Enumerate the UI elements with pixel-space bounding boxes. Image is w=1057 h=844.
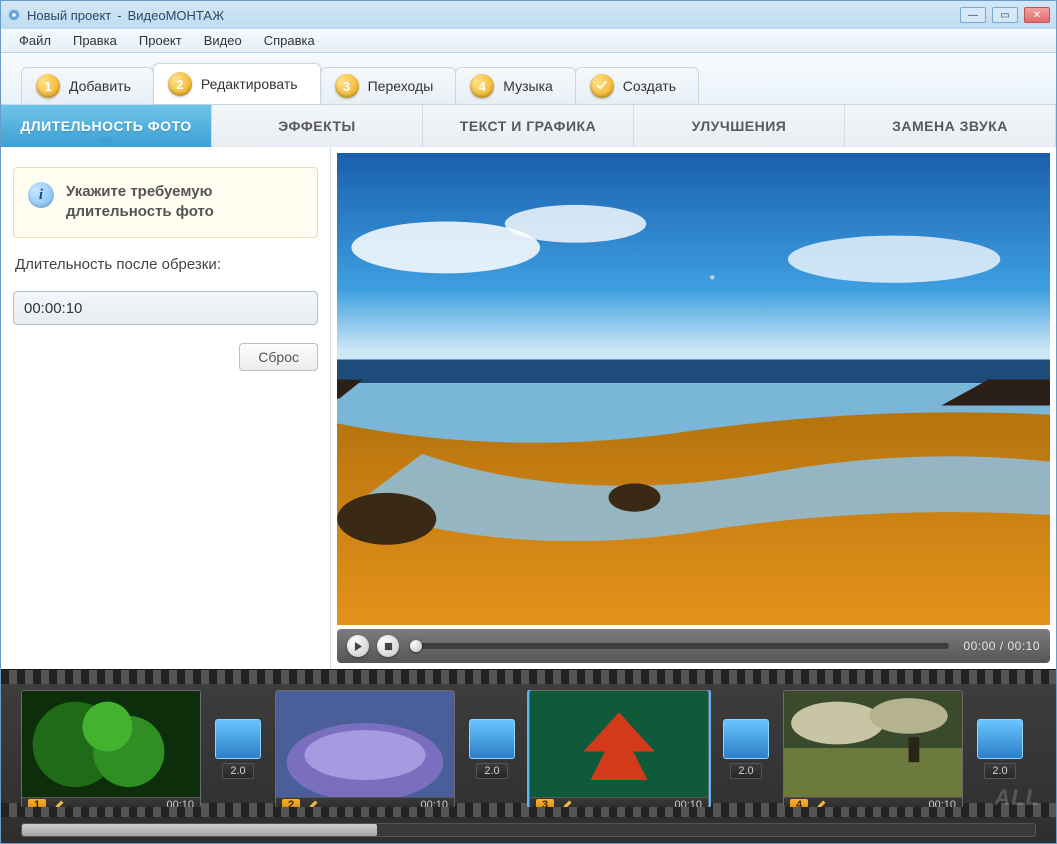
clip-item[interactable]: 3 00:10 (529, 690, 709, 807)
timeline-scrollbar-thumb[interactable] (22, 824, 377, 836)
tab-transitions[interactable]: 3 Переходы (320, 67, 457, 104)
duration-input[interactable]: 00:00:10 (13, 291, 318, 325)
settings-pane: i Укажите требуемую длительность фото Дл… (1, 147, 331, 669)
seek-slider[interactable] (413, 643, 949, 649)
tab-create-label: Создать (623, 78, 676, 94)
clip-item[interactable]: 2 00:10 (275, 690, 455, 807)
pencil-icon[interactable] (306, 798, 320, 807)
menu-file[interactable]: Файл (9, 30, 61, 51)
titlebar: Новый проект - ВидеоМОНТАЖ — ▭ ✕ (1, 1, 1056, 29)
transition-item[interactable]: 2.0 (723, 719, 769, 779)
tab-edit[interactable]: 2 Редактировать (153, 63, 321, 104)
time-readout: 00:00 / 00:10 (963, 639, 1040, 653)
sub-tabs: ДЛИТЕЛЬНОСТЬ ФОТО ЭФФЕКТЫ ТЕКСТ И ГРАФИК… (1, 105, 1056, 147)
hint-text: Укажите требуемую длительность фото (66, 182, 214, 223)
clip-thumbnail (22, 691, 200, 798)
transition-item[interactable]: 2.0 (215, 719, 261, 779)
play-button[interactable] (347, 635, 369, 657)
hint-box: i Укажите требуемую длительность фото (13, 167, 318, 238)
checkmark-icon (590, 74, 614, 98)
seek-thumb[interactable] (410, 640, 422, 652)
step-number-icon: 1 (36, 74, 60, 98)
clip-number: 2 (282, 799, 300, 807)
step-number-icon: 3 (335, 74, 359, 98)
reset-button[interactable]: Сброс (239, 343, 318, 371)
clip-number: 4 (790, 799, 808, 807)
tab-add[interactable]: 1 Добавить (21, 67, 154, 104)
transition-item[interactable]: 2.0 (469, 719, 515, 779)
timeline: 1 00:10 2.0 2 00:10 (1, 669, 1056, 843)
preview-stage (337, 153, 1050, 625)
transition-duration: 2.0 (222, 763, 253, 779)
transition-thumbnail (977, 719, 1023, 759)
clip-duration: 00:10 (166, 799, 194, 807)
stop-button[interactable] (377, 635, 399, 657)
menu-edit[interactable]: Правка (63, 30, 127, 51)
menu-video[interactable]: Видео (194, 30, 252, 51)
tab-add-label: Добавить (69, 78, 131, 94)
subtab-improvements[interactable]: УЛУЧШЕНИЯ (634, 105, 845, 147)
clip-number: 1 (28, 799, 46, 807)
player-bar: 00:00 / 00:10 (337, 629, 1050, 663)
tab-edit-label: Редактировать (201, 76, 298, 92)
app-icon (7, 8, 21, 22)
clip-item[interactable]: 4 00:10 (783, 690, 963, 807)
preview-pane: 00:00 / 00:10 (331, 147, 1056, 669)
subtab-duration[interactable]: ДЛИТЕЛЬНОСТЬ ФОТО (1, 105, 212, 147)
main-tabs-container: 1 Добавить 2 Редактировать 3 Переходы 4 … (1, 53, 1056, 104)
clip-item[interactable]: 1 00:10 (21, 690, 201, 807)
info-icon: i (28, 182, 54, 208)
step-number-icon: 4 (470, 74, 494, 98)
pencil-icon[interactable] (814, 798, 828, 807)
menubar: Файл Правка Проект Видео Справка (1, 29, 1056, 53)
step-number-icon: 2 (168, 72, 192, 96)
transition-duration: 2.0 (984, 763, 1015, 779)
subtab-text-graphics[interactable]: ТЕКСТ И ГРАФИКА (423, 105, 634, 147)
window-title-app: ВидеоМОНТАЖ (128, 8, 225, 23)
clip-duration: 00:10 (928, 799, 956, 807)
clip-thumbnail (276, 691, 454, 798)
tab-transitions-label: Переходы (368, 78, 434, 94)
window-title-project: Новый проект (27, 8, 111, 23)
window-title-sep: - (117, 8, 121, 23)
app-window: Новый проект - ВидеоМОНТАЖ — ▭ ✕ Файл Пр… (0, 0, 1057, 844)
menu-help[interactable]: Справка (254, 30, 325, 51)
tab-create[interactable]: Создать (575, 67, 699, 104)
preview-image (337, 153, 1050, 625)
pencil-icon[interactable] (52, 798, 66, 807)
clip-duration: 00:10 (674, 799, 702, 807)
duration-label: Длительность после обрезки: (15, 256, 318, 273)
clip-number: 3 (536, 799, 554, 807)
transition-duration: 2.0 (476, 763, 507, 779)
tab-music[interactable]: 4 Музыка (455, 67, 576, 104)
clip-thumbnail (784, 691, 962, 798)
pencil-icon[interactable] (560, 798, 574, 807)
transition-thumbnail (215, 719, 261, 759)
subtab-audio-replace[interactable]: ЗАМЕНА ЗВУКА (845, 105, 1056, 147)
maximize-button[interactable]: ▭ (992, 7, 1018, 23)
clip-track: 1 00:10 2.0 2 00:10 (21, 690, 1036, 807)
transition-thumbnail (723, 719, 769, 759)
transition-item[interactable]: 2.0 (977, 719, 1023, 779)
menu-project[interactable]: Проект (129, 30, 192, 51)
workspace: ДЛИТЕЛЬНОСТЬ ФОТО ЭФФЕКТЫ ТЕКСТ И ГРАФИК… (1, 104, 1056, 669)
minimize-button[interactable]: — (960, 7, 986, 23)
transition-thumbnail (469, 719, 515, 759)
subtab-effects[interactable]: ЭФФЕКТЫ (212, 105, 423, 147)
timeline-scrollbar[interactable] (21, 823, 1036, 837)
close-button[interactable]: ✕ (1024, 7, 1050, 23)
clip-duration: 00:10 (420, 799, 448, 807)
transition-duration: 2.0 (730, 763, 761, 779)
clip-thumbnail (530, 691, 708, 798)
tab-music-label: Музыка (503, 78, 553, 94)
film-perforation (1, 670, 1056, 684)
